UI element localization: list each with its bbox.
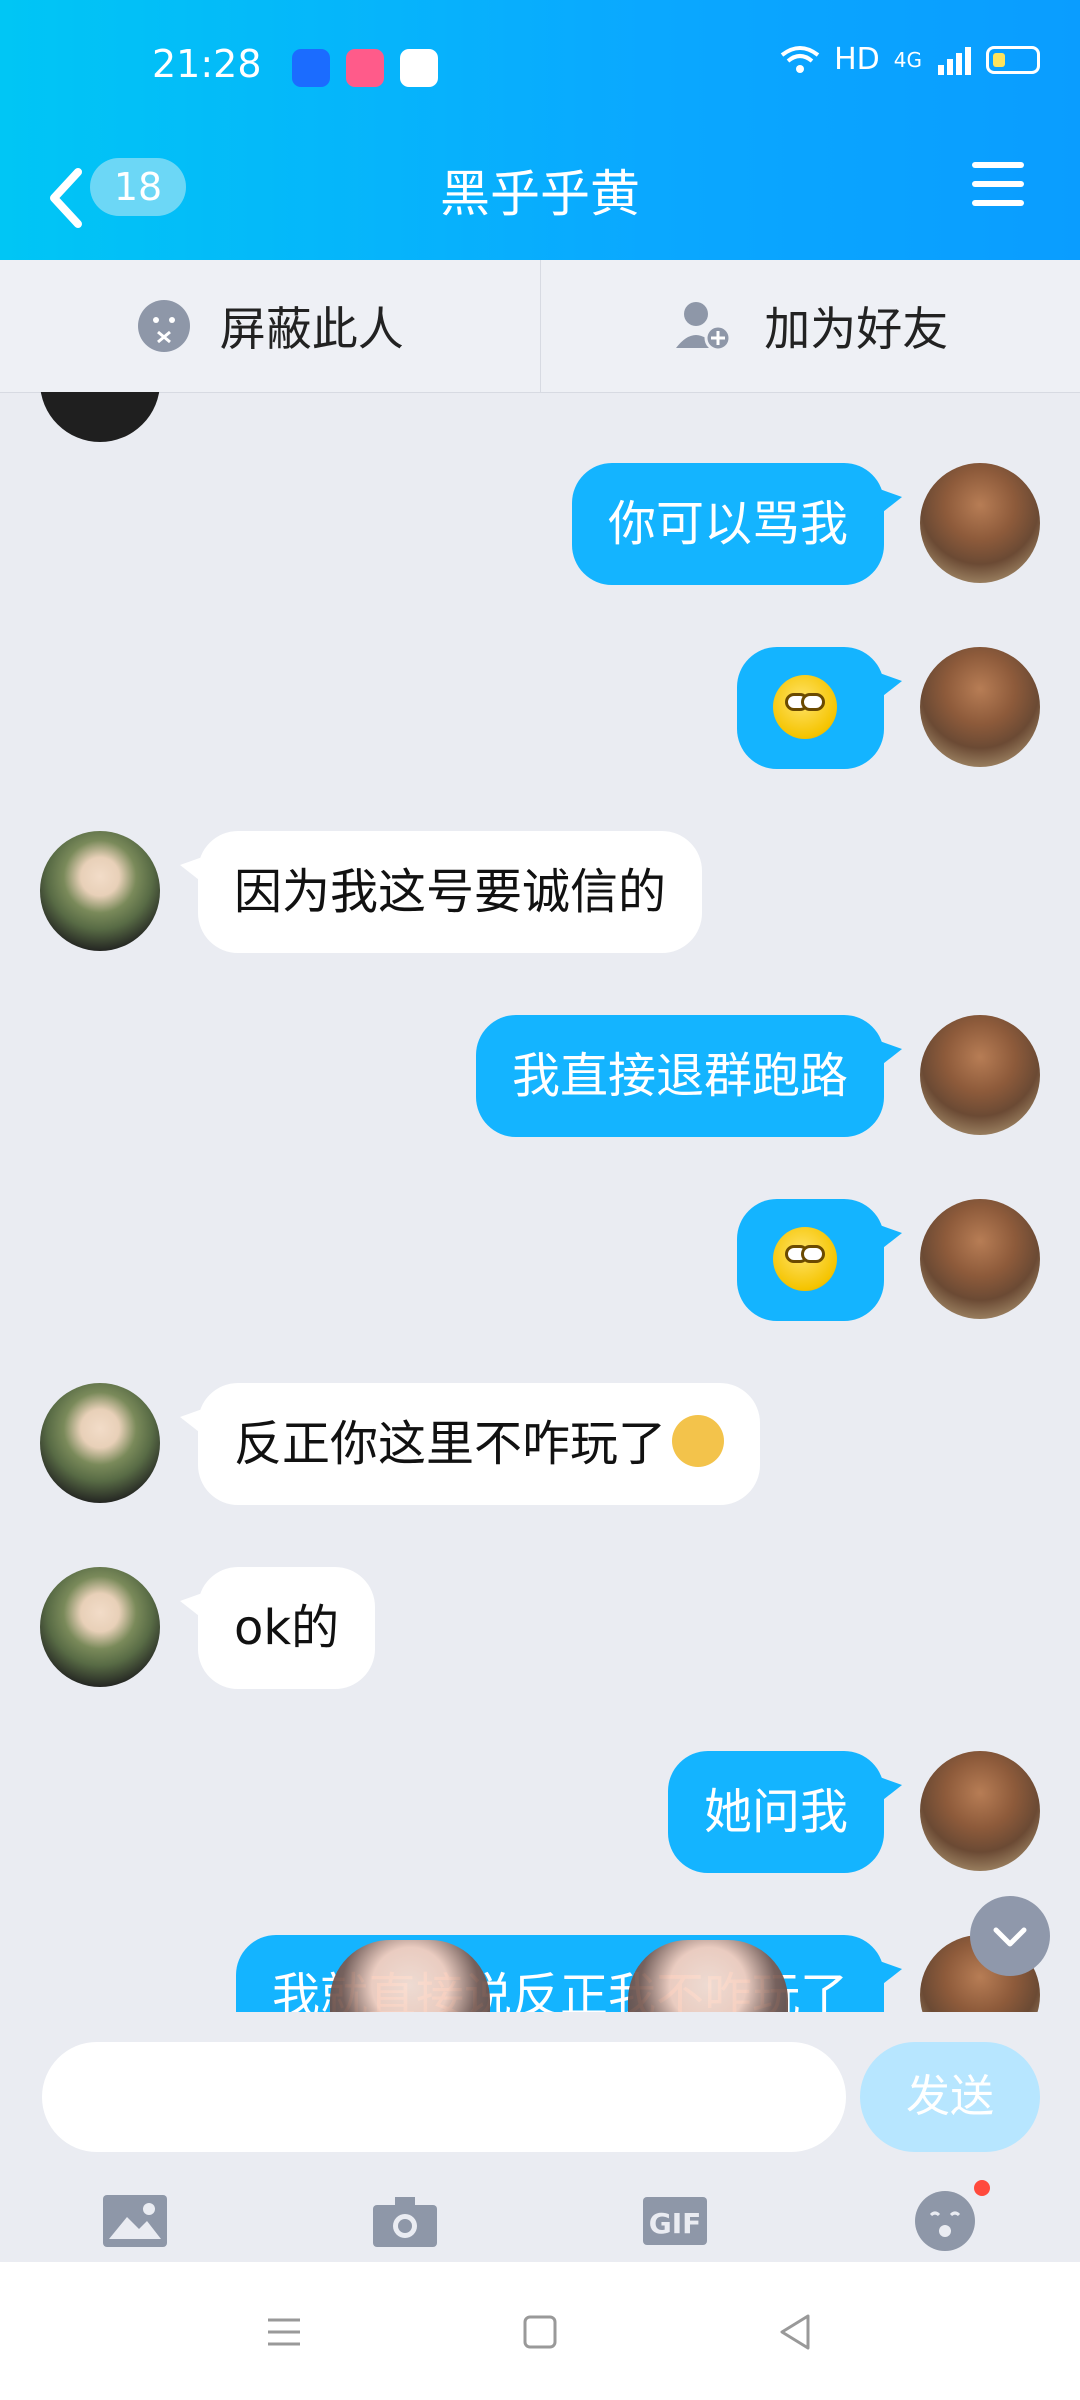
page-title: 黑乎乎黄 xyxy=(440,165,640,223)
signal-icon xyxy=(938,46,971,75)
message-row xyxy=(0,641,1080,771)
add-friend-icon xyxy=(676,302,732,352)
battery-icon xyxy=(986,45,1040,74)
avatar[interactable] xyxy=(40,831,160,951)
notification-dot xyxy=(974,2180,990,2196)
message-row xyxy=(0,1193,1080,1323)
status-time: 21:28 xyxy=(152,42,262,86)
emoji-icon[interactable] xyxy=(902,2180,990,2256)
bilibili-notification-icon xyxy=(346,49,384,87)
svg-text:GIF: GIF xyxy=(649,2207,702,2240)
recent-apps-icon[interactable] xyxy=(254,2302,314,2362)
wifi-icon xyxy=(780,45,820,73)
message-bubble[interactable]: 我直接退群跑路 xyxy=(475,1015,903,1137)
message-row: 你可以骂我 xyxy=(0,457,1080,587)
message-bubble[interactable] xyxy=(737,647,902,769)
message-bubble[interactable]: ok的 xyxy=(179,1567,376,1689)
stranger-action-bar: 屏蔽此人 加为好友 xyxy=(0,260,1080,393)
scroll-to-bottom-button[interactable] xyxy=(970,1896,1050,1976)
gif-icon[interactable]: GIF xyxy=(632,2186,718,2256)
avatar[interactable] xyxy=(40,1383,160,1503)
system-navigation-bar xyxy=(0,2262,1080,2400)
menu-icon[interactable] xyxy=(972,162,1024,208)
smile-emoji-icon xyxy=(773,1227,837,1291)
status-indicators: HD 4G xyxy=(780,42,1040,77)
camera-icon[interactable] xyxy=(362,2186,448,2256)
block-user-button[interactable]: 屏蔽此人 xyxy=(0,260,540,392)
avatar xyxy=(40,392,160,442)
image-icon[interactable] xyxy=(92,2186,178,2256)
message-list[interactable]: 你可以骂我 因为我这号要诚信的 我直接退群跑路 反正你这里不咋玩了 ok的 她问… xyxy=(0,392,1080,2012)
block-user-label: 屏蔽此人 xyxy=(219,302,404,356)
message-row: 我直接退群跑路 xyxy=(0,1009,1080,1139)
message-row: 她问我 xyxy=(0,1745,1080,1875)
avatar[interactable] xyxy=(920,1751,1040,1871)
message-row: 我就直接说反正我不咋玩了 xyxy=(0,1929,1080,2012)
chevron-down-icon xyxy=(993,1927,1027,1947)
photos-notification-icon xyxy=(400,49,438,87)
message-row: 反正你这里不咋玩了 xyxy=(0,1377,1080,1507)
send-button[interactable]: 发送 xyxy=(860,2042,1040,2152)
message-row: ok的 xyxy=(0,1561,1080,1691)
message-text: 反正你这里不咋玩了 xyxy=(234,1416,667,1472)
app-header: 21:28 HD 4G 18 黑乎乎黄 xyxy=(0,0,1080,260)
nav-bar: 18 黑乎乎黄 xyxy=(0,136,1080,260)
add-friend-button[interactable]: 加为好友 xyxy=(539,260,1080,392)
message-bubble[interactable] xyxy=(737,1199,902,1321)
block-icon xyxy=(137,300,190,352)
add-friend-label: 加为好友 xyxy=(764,302,949,356)
message-bubble[interactable]: 因为我这号要诚信的 xyxy=(179,831,703,953)
message-bubble[interactable]: 你可以骂我 xyxy=(571,463,903,585)
home-icon[interactable] xyxy=(510,2302,570,2362)
message-bubble[interactable]: 反正你这里不咋玩了 xyxy=(179,1383,761,1505)
avatar[interactable] xyxy=(920,647,1040,767)
composer-toolbar: GIF xyxy=(0,2180,1080,2262)
back-nav-icon[interactable] xyxy=(766,2302,826,2362)
message-input[interactable] xyxy=(42,2042,846,2152)
signal-type: 4G xyxy=(893,47,922,72)
network-type: HD xyxy=(834,42,880,77)
dog-emoji-icon xyxy=(672,1415,725,1467)
message-bubble[interactable]: 她问我 xyxy=(667,1751,903,1873)
message-row: 因为我这号要诚信的 xyxy=(0,825,1080,955)
composer: 发送 GIF xyxy=(0,2012,1080,2262)
avatar[interactable] xyxy=(920,1199,1040,1319)
app-notification-icon xyxy=(292,49,330,87)
avatar[interactable] xyxy=(920,1015,1040,1135)
smile-emoji-icon xyxy=(773,675,837,739)
status-bar: 21:28 HD 4G xyxy=(0,0,1080,136)
avatar[interactable] xyxy=(920,463,1040,583)
avatar[interactable] xyxy=(40,1567,160,1687)
